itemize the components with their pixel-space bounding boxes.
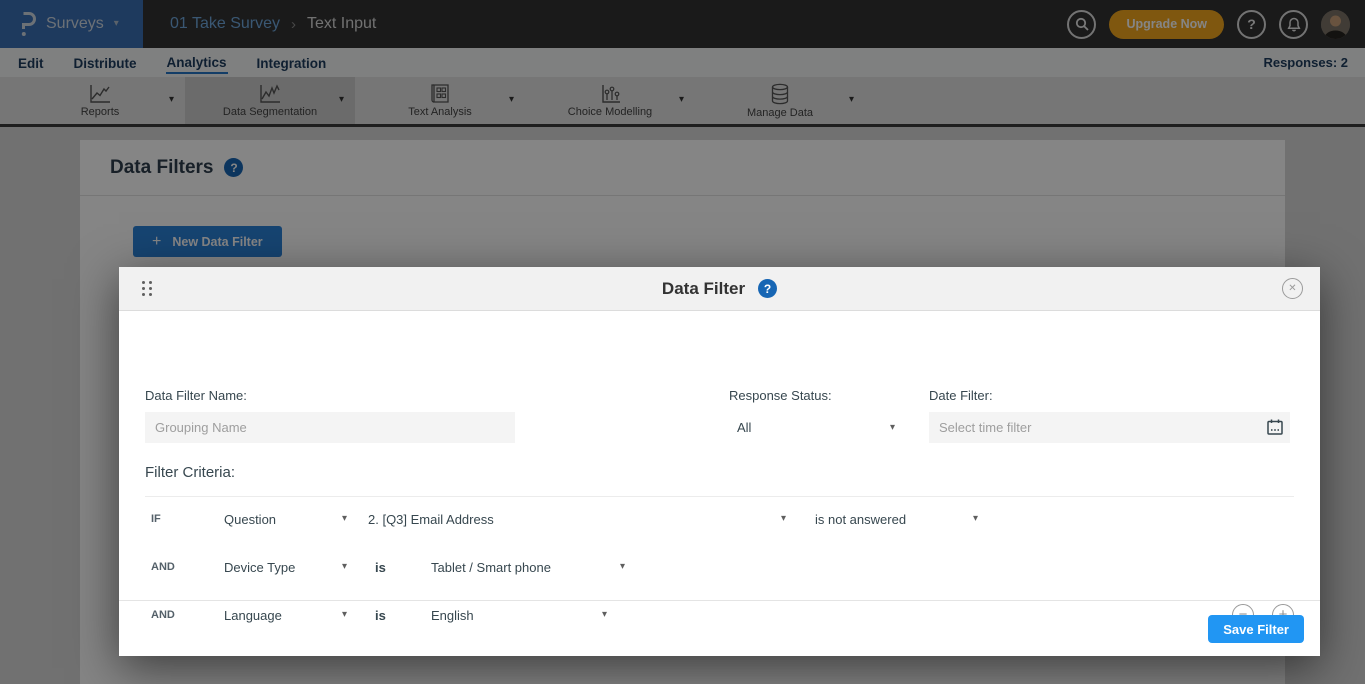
- modal-body: Data Filter Name: Response Status: All ▾…: [119, 311, 1320, 600]
- conjunction-label: IF: [145, 513, 217, 525]
- modal-header: Data Filter ? ✕: [119, 267, 1320, 311]
- caret-down-icon: ▾: [781, 514, 786, 524]
- caret-down-icon: ▾: [890, 423, 895, 433]
- save-filter-button[interactable]: Save Filter: [1208, 615, 1304, 643]
- response-status-value: All: [737, 420, 751, 435]
- data-filter-modal: Data Filter ? ✕ Data Filter Name: Respon…: [119, 267, 1320, 656]
- modal-footer: Save Filter: [119, 600, 1320, 656]
- response-status-label: Response Status:: [729, 388, 832, 403]
- criteria-row: AND Device Type ▾ is Tablet / Smart phon…: [145, 555, 1294, 579]
- criteria-row: IF Question ▾ 2. [Q3] Email Address ▾ is…: [145, 507, 1294, 531]
- filter-name-label: Data Filter Name:: [145, 388, 247, 403]
- filter-name-input[interactable]: [145, 412, 515, 443]
- condition-select[interactable]: is not answered ▾: [808, 512, 978, 527]
- divider: [145, 496, 1294, 497]
- criteria-field-value: Device Type: [224, 560, 295, 575]
- drag-handle-icon[interactable]: [142, 281, 152, 296]
- criteria-field-select[interactable]: Device Type ▾: [217, 560, 347, 575]
- question-select-value: 2. [Q3] Email Address: [368, 512, 494, 527]
- device-type-value: Tablet / Smart phone: [431, 560, 551, 575]
- modal-title: Data Filter: [662, 279, 745, 299]
- date-filter-label: Date Filter:: [929, 388, 993, 403]
- help-icon[interactable]: ?: [758, 279, 777, 298]
- operator-label: is: [375, 560, 389, 575]
- date-filter-input[interactable]: [929, 412, 1290, 443]
- caret-down-icon: ▾: [973, 514, 978, 524]
- criteria-field-value: Question: [224, 512, 276, 527]
- modal-title-wrap: Data Filter ?: [662, 279, 777, 299]
- close-icon[interactable]: ✕: [1282, 278, 1303, 299]
- device-type-select[interactable]: Tablet / Smart phone ▾: [425, 560, 625, 575]
- question-select[interactable]: 2. [Q3] Email Address ▾: [361, 512, 786, 527]
- filter-criteria-heading: Filter Criteria:: [145, 464, 235, 481]
- caret-down-icon: ▾: [342, 562, 347, 572]
- calendar-icon[interactable]: [1267, 419, 1283, 438]
- response-status-select[interactable]: All ▾: [729, 412, 895, 443]
- condition-select-value: is not answered: [815, 512, 906, 527]
- caret-down-icon: ▾: [620, 562, 625, 572]
- caret-down-icon: ▾: [342, 514, 347, 524]
- conjunction-label: AND: [145, 561, 217, 573]
- criteria-field-select[interactable]: Question ▾: [217, 512, 347, 527]
